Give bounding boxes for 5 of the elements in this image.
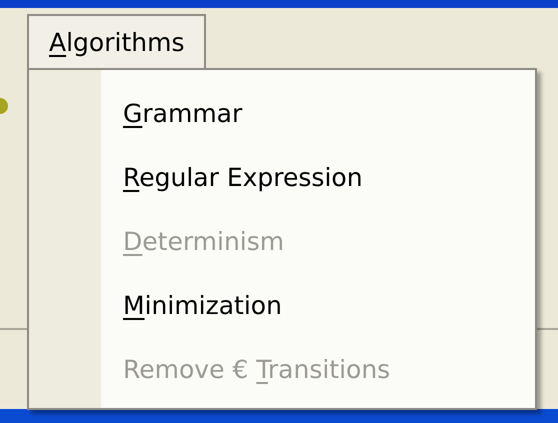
status-icon (0, 98, 8, 114)
menu-item[interactable]: Grammar (123, 82, 390, 146)
menu-item[interactable]: Regular Expression (123, 146, 390, 210)
menu-title[interactable]: Algorithms (27, 14, 206, 70)
menu-item[interactable]: Minimization (123, 274, 390, 338)
